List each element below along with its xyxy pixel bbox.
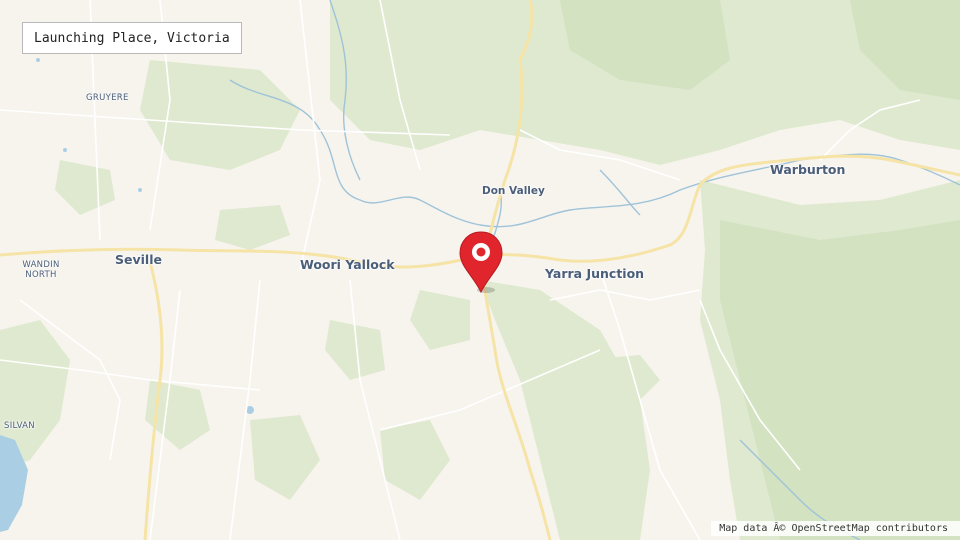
place-label-don-valley: Don Valley (482, 185, 545, 197)
map-canvas[interactable]: Seville Woori Yallock Yarra Junction War… (0, 0, 960, 540)
place-label-woori-yallock: Woori Yallock (300, 257, 395, 272)
map-attribution: Map data Â© OpenStreetMap contributors (711, 521, 960, 536)
place-label-seville: Seville (115, 252, 162, 267)
place-label-warburton: Warburton (770, 162, 846, 177)
place-label-yarra-junction: Yarra Junction (545, 266, 645, 281)
place-label-wandin-north: WANDIN NORTH (22, 260, 60, 280)
map-title: Launching Place, Victoria (22, 22, 242, 54)
place-label-gruyere: GRUYERE (86, 93, 129, 103)
place-label-silvan: SILVAN (4, 421, 35, 431)
map-pin-icon[interactable] (457, 230, 507, 296)
